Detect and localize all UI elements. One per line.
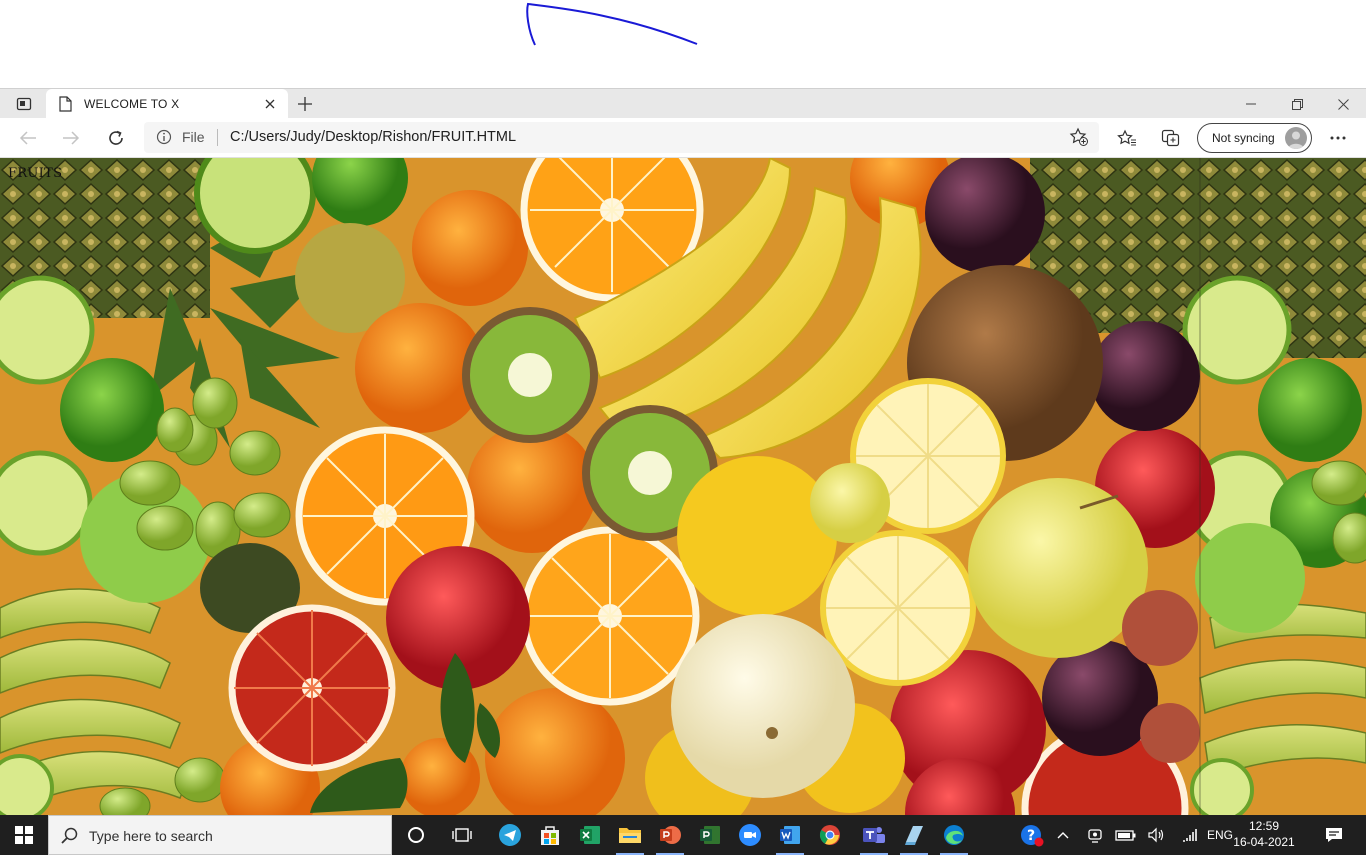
add-favorite-icon[interactable] [1069,127,1089,147]
sync-status-label: Not syncing [1212,131,1275,145]
action-center-button[interactable] [1316,815,1352,855]
collections-icon [1161,129,1180,147]
excel-icon [580,826,600,844]
edge-app[interactable] [934,815,974,855]
word-icon [780,826,800,844]
edge-icon [944,825,964,845]
address-url[interactable]: C:/Users/Judy/Desktop/Rishon/FRUIT.HTML [230,129,516,145]
task-view-button[interactable] [442,815,482,855]
forward-button[interactable] [56,124,86,152]
telegram-app[interactable] [490,815,530,855]
teams-app[interactable] [854,815,894,855]
tab-actions-button[interactable] [10,94,38,114]
notes-icon [905,826,923,845]
minimize-icon [1246,103,1256,105]
collections-button[interactable] [1156,124,1186,152]
wifi-icon [1183,829,1197,842]
pen-scribble [526,2,698,46]
address-bar[interactable]: File C:/Users/Judy/Desktop/Rishon/FRUIT.… [144,122,1099,153]
restore-icon [1291,98,1303,110]
zoom-app[interactable] [730,815,770,855]
store-bag-icon [541,826,559,845]
close-icon [1337,98,1349,110]
minimize-button[interactable] [1228,89,1274,119]
excel-app[interactable] [570,815,610,855]
info-icon [156,129,172,145]
teams-icon [863,827,885,843]
powerpoint-app[interactable] [650,815,690,855]
active-tab[interactable]: WELCOME TO X [46,89,288,119]
notes-app[interactable] [894,815,934,855]
system-clock[interactable]: 12:59 16-04-2021 [1232,818,1296,850]
webcam-icon [1088,829,1102,843]
powerpoint-icon [660,826,681,844]
clock-date: 16-04-2021 [1233,835,1295,849]
desktop-annotation-area [0,0,1366,88]
refresh-icon [109,130,123,145]
search-placeholder: Type here to search [89,828,213,844]
meet-now-button[interactable] [1082,815,1108,855]
task-view-icon [452,828,472,842]
chrome-icon [819,825,840,845]
plus-icon [298,97,312,111]
profile-sync-button[interactable]: Not syncing [1197,123,1312,153]
tab-actions-icon [16,97,32,111]
favorites-icon [1117,129,1136,146]
arrow-right-icon [63,131,80,145]
arrow-left-icon [19,131,36,145]
cortana-button[interactable] [396,815,436,855]
avatar [1285,127,1307,149]
help-icon: ? [1021,825,1044,847]
telegram-icon [499,824,521,846]
chrome-app[interactable] [810,815,850,855]
word-app[interactable] [770,815,810,855]
chevron-up-icon [1057,832,1069,839]
help-tray-button[interactable]: ? [1016,815,1048,855]
address-separator [217,129,218,146]
person-icon [1288,131,1304,149]
page-heading: FRUITS [8,166,63,181]
refresh-button[interactable] [101,124,131,152]
tab-close-button[interactable] [262,96,278,112]
project-icon [700,826,720,844]
start-button[interactable] [0,815,48,855]
page-content: FRUITS [0,158,1366,815]
battery-button[interactable] [1112,815,1140,855]
volume-button[interactable] [1144,815,1170,855]
store-app[interactable] [530,815,570,855]
restore-button[interactable] [1274,89,1320,119]
folder-icon [619,828,641,843]
project-app[interactable] [690,815,730,855]
page-icon [59,96,72,112]
windows-logo-icon [15,826,33,844]
zoom-icon [739,824,761,846]
svg-text:?: ? [1027,828,1035,844]
file-explorer-app[interactable] [610,815,650,855]
network-button[interactable] [1176,815,1204,855]
new-tab-button[interactable] [294,94,316,114]
tab-strip: WELCOME TO X [0,88,1366,119]
close-window-button[interactable] [1320,89,1366,119]
tab-title: WELCOME TO X [84,97,180,111]
browser-toolbar: File C:/Users/Judy/Desktop/Rishon/FRUIT.… [0,118,1366,158]
show-hidden-icons-button[interactable] [1052,815,1074,855]
site-info-label[interactable]: File [182,129,205,145]
search-icon [61,827,78,844]
clock-time: 12:59 [1248,819,1280,833]
speaker-icon [1148,827,1164,843]
more-icon [1330,136,1346,140]
back-button[interactable] [13,124,43,152]
fruit-image [0,158,1366,815]
close-icon [265,99,275,109]
favorites-button[interactable] [1112,124,1142,152]
cortana-circle-icon [408,827,424,843]
notification-icon [1326,828,1342,842]
windows-taskbar: Type here to search ? ENG 12:59 16-04-20… [0,815,1366,855]
settings-more-button[interactable] [1323,124,1353,152]
taskbar-search-box[interactable]: Type here to search [48,815,392,855]
battery-icon [1115,830,1136,841]
